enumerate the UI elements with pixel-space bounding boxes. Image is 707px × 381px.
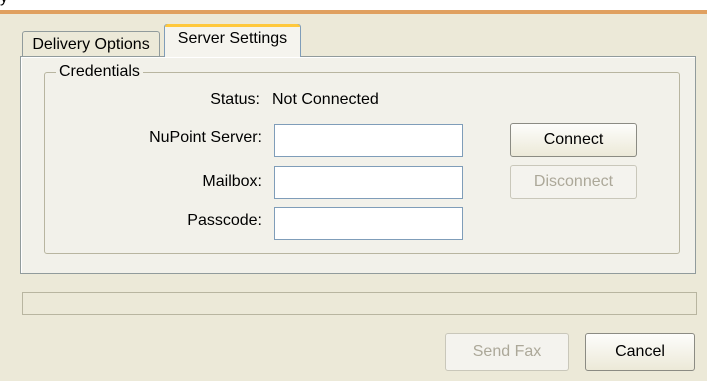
window-accent-line [0, 10, 707, 14]
credentials-legend: Credentials [56, 63, 143, 81]
mailbox-label: Mailbox: [202, 173, 262, 190]
status-label: Status: [210, 91, 260, 108]
tab-server-settings[interactable]: Server Settings [164, 24, 301, 57]
status-bar [22, 292, 697, 315]
cancel-button[interactable]: Cancel [585, 333, 695, 371]
window-title: y [0, 0, 8, 7]
tab-delivery-options[interactable]: Delivery Options [22, 31, 160, 56]
status-value: Not Connected [272, 91, 379, 108]
connect-button[interactable]: Connect [510, 123, 637, 157]
passcode-label: Passcode: [187, 212, 262, 229]
nupoint-server-label: NuPoint Server: [149, 129, 262, 146]
send-fax-button[interactable]: Send Fax [445, 333, 569, 371]
passcode-input[interactable] [274, 207, 463, 240]
mailbox-input[interactable] [274, 166, 463, 199]
nupoint-server-input[interactable] [274, 124, 463, 157]
disconnect-button[interactable]: Disconnect [510, 165, 637, 199]
window-top-edge [0, 0, 707, 10]
